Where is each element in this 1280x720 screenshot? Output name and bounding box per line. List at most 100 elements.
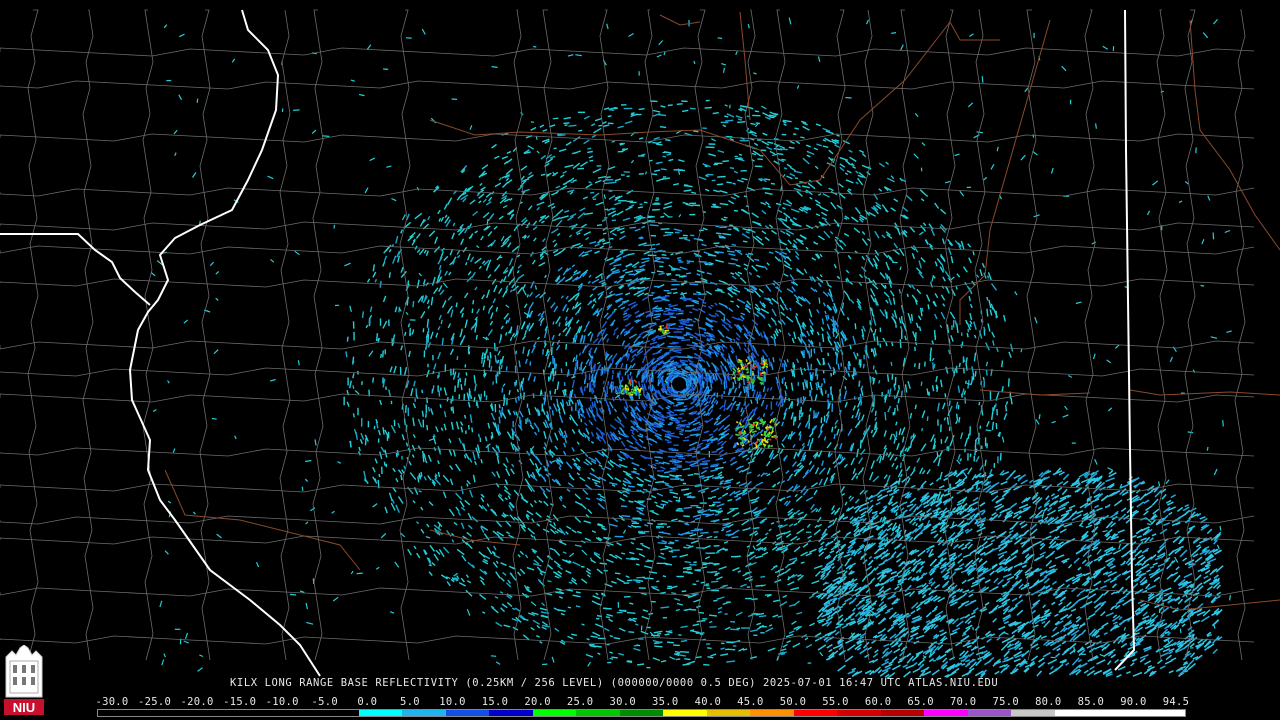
echo-speck bbox=[899, 339, 902, 349]
echo-speck bbox=[629, 226, 637, 229]
echo-speck bbox=[899, 462, 902, 468]
echo-speck bbox=[695, 656, 702, 659]
echo-speck bbox=[693, 377, 697, 386]
echo-speck bbox=[450, 407, 453, 411]
echo-speck bbox=[667, 104, 673, 107]
echo-speck bbox=[609, 109, 615, 111]
echo-speck bbox=[686, 261, 691, 264]
echo-speck bbox=[515, 350, 517, 355]
echo-speck bbox=[404, 404, 407, 413]
echo-speck bbox=[910, 313, 914, 321]
echo-speck bbox=[629, 371, 632, 376]
echo-speck bbox=[668, 550, 674, 553]
echo-speck bbox=[711, 179, 716, 182]
echo-speck bbox=[352, 413, 355, 418]
echo-speck bbox=[669, 541, 675, 544]
echo-speck bbox=[471, 427, 474, 433]
echo-speck bbox=[739, 382, 741, 387]
echo-speck bbox=[764, 374, 767, 382]
echo-speck bbox=[475, 334, 478, 340]
echo-speck bbox=[898, 385, 900, 390]
echo-speck bbox=[788, 146, 795, 149]
echo-speck bbox=[734, 555, 741, 558]
echo-speck bbox=[426, 318, 429, 328]
echo-speck bbox=[692, 320, 696, 323]
echo-speck bbox=[671, 417, 678, 420]
echo-speck bbox=[662, 379, 665, 389]
echo-speck bbox=[694, 569, 701, 572]
echo-speck bbox=[614, 572, 621, 575]
echo-speck bbox=[730, 628, 740, 631]
echo-speck bbox=[670, 288, 677, 291]
echo-speck bbox=[352, 356, 355, 364]
echo-speck bbox=[884, 284, 887, 289]
echo-speck bbox=[689, 283, 699, 286]
echo-speck bbox=[824, 310, 827, 315]
echo-speck bbox=[856, 352, 859, 357]
echo-speck bbox=[711, 450, 718, 453]
echo-speck bbox=[614, 386, 617, 394]
echo-speck bbox=[692, 347, 697, 350]
echo-speck bbox=[549, 406, 552, 410]
echo-speck bbox=[878, 380, 881, 384]
echo-speck bbox=[651, 586, 658, 588]
echo-speck bbox=[667, 335, 674, 338]
echo-speck bbox=[986, 275, 990, 279]
echo-speck bbox=[897, 397, 900, 404]
echo-speck bbox=[671, 592, 677, 595]
echo-speck bbox=[590, 358, 593, 367]
echo-speck bbox=[726, 181, 732, 184]
echo-speck bbox=[656, 526, 661, 529]
echo-speck bbox=[455, 302, 458, 308]
echo-speck bbox=[566, 371, 569, 377]
echo-speck bbox=[725, 119, 734, 122]
echo-speck bbox=[637, 663, 645, 666]
echo-speck bbox=[676, 428, 685, 430]
echo-speck bbox=[701, 373, 704, 380]
echo-speck bbox=[568, 124, 577, 127]
echo-speck bbox=[893, 407, 896, 415]
echo-speck bbox=[700, 581, 706, 584]
echo-speck bbox=[754, 258, 760, 261]
echo-speck bbox=[680, 651, 690, 653]
echo-speck bbox=[565, 343, 568, 350]
echo-speck bbox=[630, 457, 634, 460]
echo-speck bbox=[966, 332, 969, 338]
echo-speck bbox=[488, 359, 491, 368]
echo-speck bbox=[671, 419, 680, 422]
echo-speck bbox=[827, 314, 830, 320]
echo-speck bbox=[691, 446, 696, 450]
echo-speck bbox=[607, 115, 612, 118]
echo-speck bbox=[709, 614, 717, 617]
echo-speck bbox=[494, 355, 497, 363]
echo-speck bbox=[710, 206, 719, 209]
echo-speck bbox=[991, 412, 994, 420]
echo-speck bbox=[607, 404, 610, 411]
echo-speck bbox=[457, 379, 460, 388]
echo-speck bbox=[656, 580, 660, 583]
echo-speck bbox=[378, 473, 381, 478]
echo-speck bbox=[686, 260, 694, 263]
echo-speck bbox=[618, 377, 621, 384]
echo-speck bbox=[474, 326, 477, 333]
echo-speck bbox=[834, 351, 838, 356]
echo-speck bbox=[1010, 397, 1013, 405]
echo-speck bbox=[553, 358, 556, 367]
echo-speck bbox=[400, 474, 403, 481]
echo-speck bbox=[751, 598, 758, 601]
echo-speck bbox=[947, 446, 950, 452]
echo-speck bbox=[588, 407, 591, 411]
echo-speck bbox=[722, 518, 730, 521]
echo-speck bbox=[779, 148, 788, 151]
echo-speck bbox=[626, 611, 636, 614]
echo-speck bbox=[972, 251, 975, 256]
echo-speck bbox=[684, 658, 691, 661]
echo-speck bbox=[714, 513, 719, 516]
echo-speck bbox=[859, 439, 862, 449]
echo-speck bbox=[611, 140, 616, 143]
echo-speck bbox=[918, 362, 921, 370]
echo-speck bbox=[692, 130, 699, 133]
echo-speck bbox=[557, 134, 566, 137]
echo-speck bbox=[674, 650, 681, 654]
echo-speck bbox=[621, 552, 626, 555]
